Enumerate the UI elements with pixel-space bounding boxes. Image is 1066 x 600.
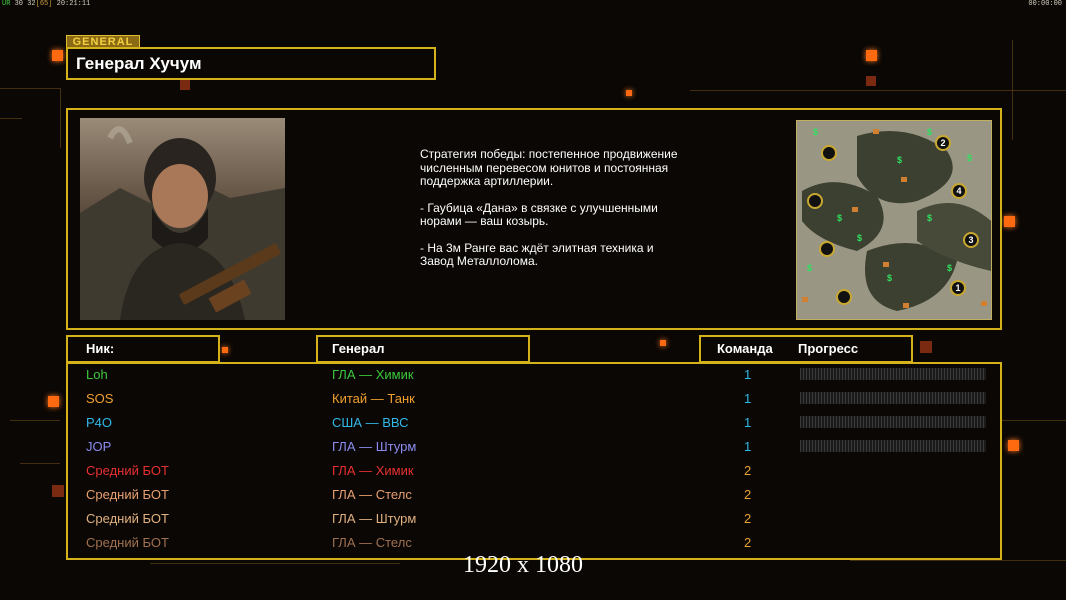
general-title-box: Генерал Хучум xyxy=(66,47,436,80)
player-team[interactable]: 1 xyxy=(744,367,751,382)
bg-square xyxy=(920,341,932,353)
svg-text:$: $ xyxy=(887,273,892,283)
bg-square xyxy=(866,50,877,61)
header-progress: Прогресс xyxy=(798,341,859,356)
svg-text:$: $ xyxy=(807,263,812,273)
bg-square xyxy=(180,80,190,90)
general-name: Генерал Хучум xyxy=(76,54,202,73)
player-row[interactable]: Loh ГЛА — Химик 1 xyxy=(68,364,1000,388)
player-general[interactable]: ГЛА — Химик xyxy=(332,463,414,478)
player-progress-bar xyxy=(800,416,986,428)
player-row[interactable]: SOS Китай — Танк 1 xyxy=(68,388,1000,412)
player-row[interactable]: Средний БОТ ГЛА — Химик 2 xyxy=(68,460,1000,484)
svg-text:$: $ xyxy=(837,213,842,223)
player-general[interactable]: ГЛА — Стелс xyxy=(332,535,412,550)
svg-text:$: $ xyxy=(947,263,952,273)
general-description: Стратегия победы: постепенное продвижени… xyxy=(420,147,680,282)
player-row[interactable]: Средний БОТ ГЛА — Штурм 2 xyxy=(68,508,1000,532)
bg-square xyxy=(52,50,63,61)
bg-square xyxy=(48,396,59,407)
player-general[interactable]: ГЛА — Стелс xyxy=(332,487,412,502)
bg-square xyxy=(222,347,228,353)
svg-text:$: $ xyxy=(927,213,932,223)
player-row[interactable]: P4O США — ВВС 1 xyxy=(68,412,1000,436)
bg-line xyxy=(60,88,61,148)
player-team[interactable]: 1 xyxy=(744,391,751,406)
player-list: Loh ГЛА — Химик 1 SOS Китай — Танк 1 P4O США — … xyxy=(66,362,1002,560)
description-paragraph: - Гаубица «Дана» в связке с улучшенными … xyxy=(420,200,658,228)
player-nick: JOP xyxy=(86,439,112,454)
bg-square xyxy=(1004,216,1015,227)
header-general-box: Генерал xyxy=(316,335,530,363)
bg-square xyxy=(1008,440,1019,451)
resolution-label: 1920 x 1080 xyxy=(463,552,583,578)
svg-text:$: $ xyxy=(857,233,862,243)
bg-line xyxy=(20,463,60,464)
svg-text:$: $ xyxy=(927,127,932,137)
player-row[interactable]: JOP ГЛА — Штурм 1 xyxy=(68,436,1000,460)
player-progress-bar xyxy=(800,392,986,404)
svg-text:$: $ xyxy=(897,155,902,165)
map-marker-label: 2 xyxy=(940,138,945,148)
player-general[interactable]: США — ВВС xyxy=(332,415,409,430)
player-row[interactable]: Средний БОТ ГЛА — Стелс 2 xyxy=(68,484,1000,508)
header-nick: Ник: xyxy=(86,341,115,356)
player-progress-bar xyxy=(800,368,986,380)
map-marker-label: 1 xyxy=(955,283,960,293)
player-general[interactable]: ГЛА — Химик xyxy=(332,367,414,382)
player-nick: Средний БОТ xyxy=(86,511,169,526)
header-team-progress-box: Команда Прогресс xyxy=(699,335,913,363)
player-progress-bar xyxy=(800,440,986,452)
player-team[interactable]: 2 xyxy=(744,535,751,550)
minimap[interactable]: 2 4 3 1 $ $ $ $ $ $ $ $ $ $ xyxy=(796,120,992,320)
player-nick: Средний БОТ xyxy=(86,487,169,502)
player-team[interactable]: 2 xyxy=(744,487,751,502)
bg-line xyxy=(690,90,1066,91)
bg-square xyxy=(660,340,666,346)
player-team[interactable]: 2 xyxy=(744,463,751,478)
header-general: Генерал xyxy=(332,341,385,356)
header-nick-box: Ник: xyxy=(66,335,220,363)
description-paragraph: - На 3м Ранге вас ждёт элитная техника и… xyxy=(420,240,654,268)
svg-text:$: $ xyxy=(813,127,818,137)
map-marker-label: 3 xyxy=(968,235,973,245)
svg-text:$: $ xyxy=(967,153,972,163)
player-nick: Loh xyxy=(86,367,108,382)
bg-line xyxy=(10,420,60,421)
header-team: Команда xyxy=(717,341,773,356)
player-team[interactable]: 1 xyxy=(744,415,751,430)
description-paragraph: Стратегия победы: постепенное продвижени… xyxy=(420,147,678,188)
player-nick: Средний БОТ xyxy=(86,535,169,550)
player-general[interactable]: ГЛА — Штурм xyxy=(332,439,416,454)
bg-line xyxy=(1000,420,1066,421)
bg-square xyxy=(866,76,876,86)
bg-line xyxy=(850,560,1066,561)
player-nick: SOS xyxy=(86,391,114,406)
bg-line xyxy=(0,88,60,89)
bg-square xyxy=(52,485,64,497)
bg-line xyxy=(0,118,22,119)
bg-line xyxy=(1012,40,1013,140)
general-info-panel: Стратегия победы: постепенное продвижени… xyxy=(66,108,1002,330)
hud-stats: UR 30 32[65] 20:21:11 xyxy=(2,0,91,8)
player-general[interactable]: ГЛА — Штурм xyxy=(332,511,416,526)
bg-square xyxy=(626,90,632,96)
player-nick: Средний БОТ xyxy=(86,463,169,478)
player-team[interactable]: 2 xyxy=(744,511,751,526)
player-team[interactable]: 1 xyxy=(744,439,751,454)
general-portrait xyxy=(80,118,285,320)
player-general[interactable]: Китай — Танк xyxy=(332,391,415,406)
player-nick: P4O xyxy=(86,415,113,430)
map-marker-label: 4 xyxy=(956,186,961,196)
hud-clock: 00:00:00 xyxy=(1028,0,1062,8)
bg-line xyxy=(150,563,400,564)
